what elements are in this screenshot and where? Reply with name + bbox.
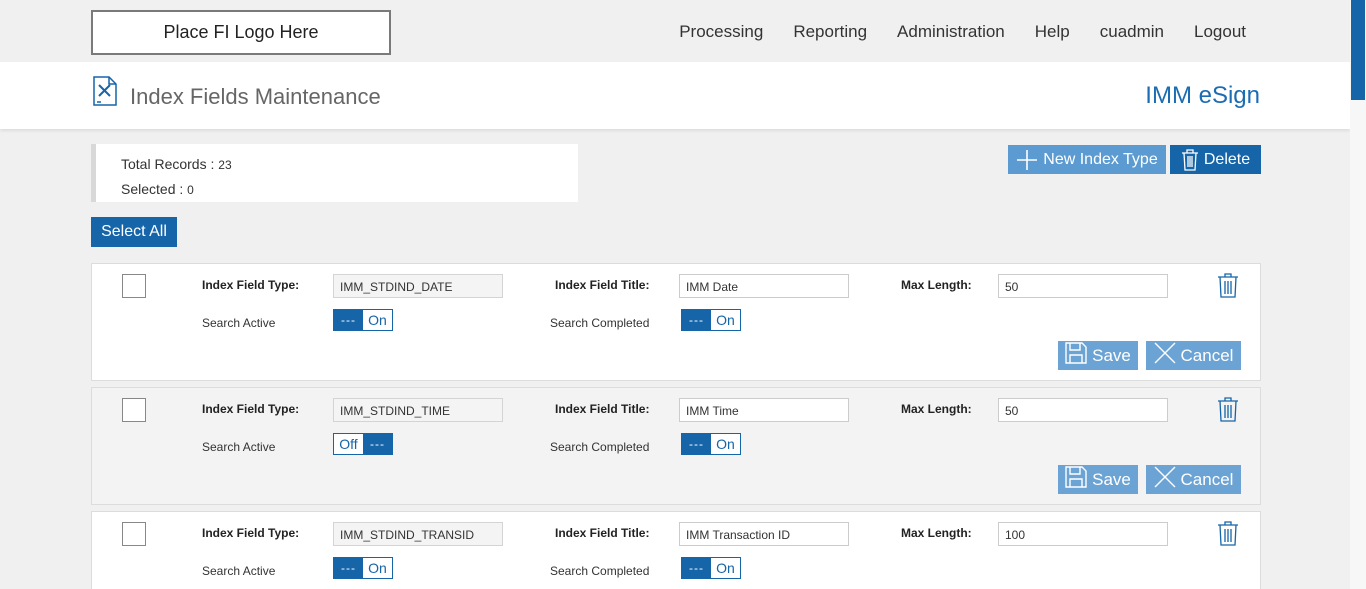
trash-icon[interactable]	[1216, 396, 1240, 422]
trash-icon	[1181, 148, 1198, 171]
search-completed-label: Search Completed	[550, 440, 650, 454]
nav-administration[interactable]: Administration	[897, 22, 1005, 42]
search-active-label: Search Active	[202, 316, 276, 330]
index-field-title-input[interactable]: IMM Transaction ID	[679, 522, 849, 546]
page-title: Index Fields Maintenance	[130, 84, 381, 109]
page-scrollbar[interactable]	[1350, 0, 1366, 589]
logo-placeholder: Place FI Logo Here	[91, 10, 391, 55]
select-all-button[interactable]: Select All	[91, 217, 177, 247]
top-navigation-bar: Place FI Logo Here Processing Reporting …	[0, 0, 1350, 62]
total-records: Total Records : 23	[121, 152, 578, 177]
toggle-handle: ---	[682, 558, 711, 578]
scrollbar-thumb[interactable]	[1351, 0, 1365, 100]
trash-icon[interactable]	[1216, 520, 1240, 546]
search-completed-toggle[interactable]: --- On	[681, 309, 741, 331]
total-records-value: 23	[218, 158, 232, 172]
select-all-label: Select All	[101, 223, 167, 240]
selected-records-value: 0	[187, 183, 194, 197]
search-completed-label: Search Completed	[550, 564, 650, 578]
max-length-input[interactable]: 50	[998, 274, 1168, 298]
index-field-title-label: Index Field Title:	[555, 278, 650, 292]
total-records-label: Total Records :	[121, 156, 219, 172]
product-brand: IMM eSign	[1145, 82, 1260, 109]
search-active-label: Search Active	[202, 564, 276, 578]
page-header: Index Fields Maintenance IMM eSign	[0, 62, 1350, 129]
toggle-state: On	[716, 312, 735, 328]
cancel-label: Cancel	[1180, 345, 1234, 365]
toggle-state: On	[716, 560, 735, 576]
plus-icon	[1017, 149, 1038, 170]
nav-processing[interactable]: Processing	[679, 22, 763, 42]
select-checkbox[interactable]	[122, 522, 146, 546]
nav-help[interactable]: Help	[1035, 22, 1070, 42]
cancel-label: Cancel	[1180, 469, 1234, 489]
index-field-title-label: Index Field Title:	[555, 402, 650, 416]
toggle-state: Off	[339, 436, 358, 452]
logo-text: Place FI Logo Here	[163, 22, 319, 42]
index-field-card: Index Field Type: IMM_STDIND_TIME Index Fi…	[91, 387, 1261, 505]
new-index-type-label: New Index Type	[1043, 150, 1158, 168]
delete-label: Delete	[1203, 150, 1251, 168]
index-field-type-label: Index Field Type:	[202, 278, 300, 292]
index-field-type-label: Index Field Type:	[202, 526, 300, 540]
trash-icon[interactable]	[1216, 272, 1240, 298]
nav-user[interactable]: cuadmin	[1100, 22, 1164, 42]
max-length-input[interactable]: 100	[998, 522, 1168, 546]
nav-reporting[interactable]: Reporting	[793, 22, 867, 42]
select-checkbox[interactable]	[122, 274, 146, 298]
toggle-handle: ---	[682, 434, 711, 454]
max-length-label: Max Length:	[901, 526, 972, 540]
search-active-toggle[interactable]: --- On	[333, 309, 393, 331]
main-nav: Processing Reporting Administration Help…	[679, 22, 1246, 42]
toggle-handle: ---	[334, 310, 363, 330]
new-index-type-button[interactable]: New Index Type	[1008, 145, 1166, 174]
index-field-title-label: Index Field Title:	[555, 526, 650, 540]
select-checkbox[interactable]	[122, 398, 146, 422]
max-length-label: Max Length:	[901, 402, 972, 416]
close-icon	[1154, 466, 1176, 493]
save-button[interactable]: Save	[1058, 465, 1138, 494]
save-button[interactable]: Save	[1058, 341, 1138, 370]
search-completed-toggle[interactable]: --- On	[681, 557, 741, 579]
file-tools-icon	[93, 76, 117, 106]
cancel-button[interactable]: Cancel	[1146, 341, 1241, 370]
search-completed-label: Search Completed	[550, 316, 650, 330]
index-field-type-field: IMM_STDIND_TRANSID	[333, 522, 503, 546]
max-length-input[interactable]: 50	[998, 398, 1168, 422]
save-label: Save	[1092, 345, 1131, 365]
index-field-title-input[interactable]: IMM Date	[679, 274, 849, 298]
toggle-handle: ---	[682, 310, 711, 330]
max-length-label: Max Length:	[901, 278, 972, 292]
toggle-handle: ---	[334, 558, 363, 578]
index-field-type-label: Index Field Type:	[202, 402, 300, 416]
search-active-toggle[interactable]: Off ---	[333, 433, 393, 455]
records-summary: Total Records : 23 Selected : 0	[91, 144, 578, 202]
toggle-state: On	[716, 436, 735, 452]
index-field-card: Index Field Type: IMM_STDIND_TRANSID Index…	[91, 511, 1261, 589]
search-completed-toggle[interactable]: --- On	[681, 433, 741, 455]
search-active-toggle[interactable]: --- On	[333, 557, 393, 579]
index-field-title-input[interactable]: IMM Time	[679, 398, 849, 422]
save-icon	[1065, 342, 1087, 369]
cancel-button[interactable]: Cancel	[1146, 465, 1241, 494]
index-field-card: Index Field Type: IMM_STDIND_DATE Index Fi…	[91, 263, 1261, 381]
search-active-label: Search Active	[202, 440, 276, 454]
nav-logout[interactable]: Logout	[1194, 22, 1246, 42]
selected-records: Selected : 0	[121, 177, 578, 202]
index-field-type-field: IMM_STDIND_TIME	[333, 398, 503, 422]
toggle-state: On	[368, 560, 387, 576]
close-icon	[1154, 342, 1176, 369]
toggle-state: On	[368, 312, 387, 328]
selected-records-label: Selected :	[121, 181, 188, 197]
save-icon	[1065, 466, 1087, 493]
save-label: Save	[1092, 469, 1131, 489]
delete-button[interactable]: Delete	[1170, 145, 1261, 174]
toggle-handle: ---	[363, 434, 392, 454]
index-field-type-field: IMM_STDIND_DATE	[333, 274, 503, 298]
